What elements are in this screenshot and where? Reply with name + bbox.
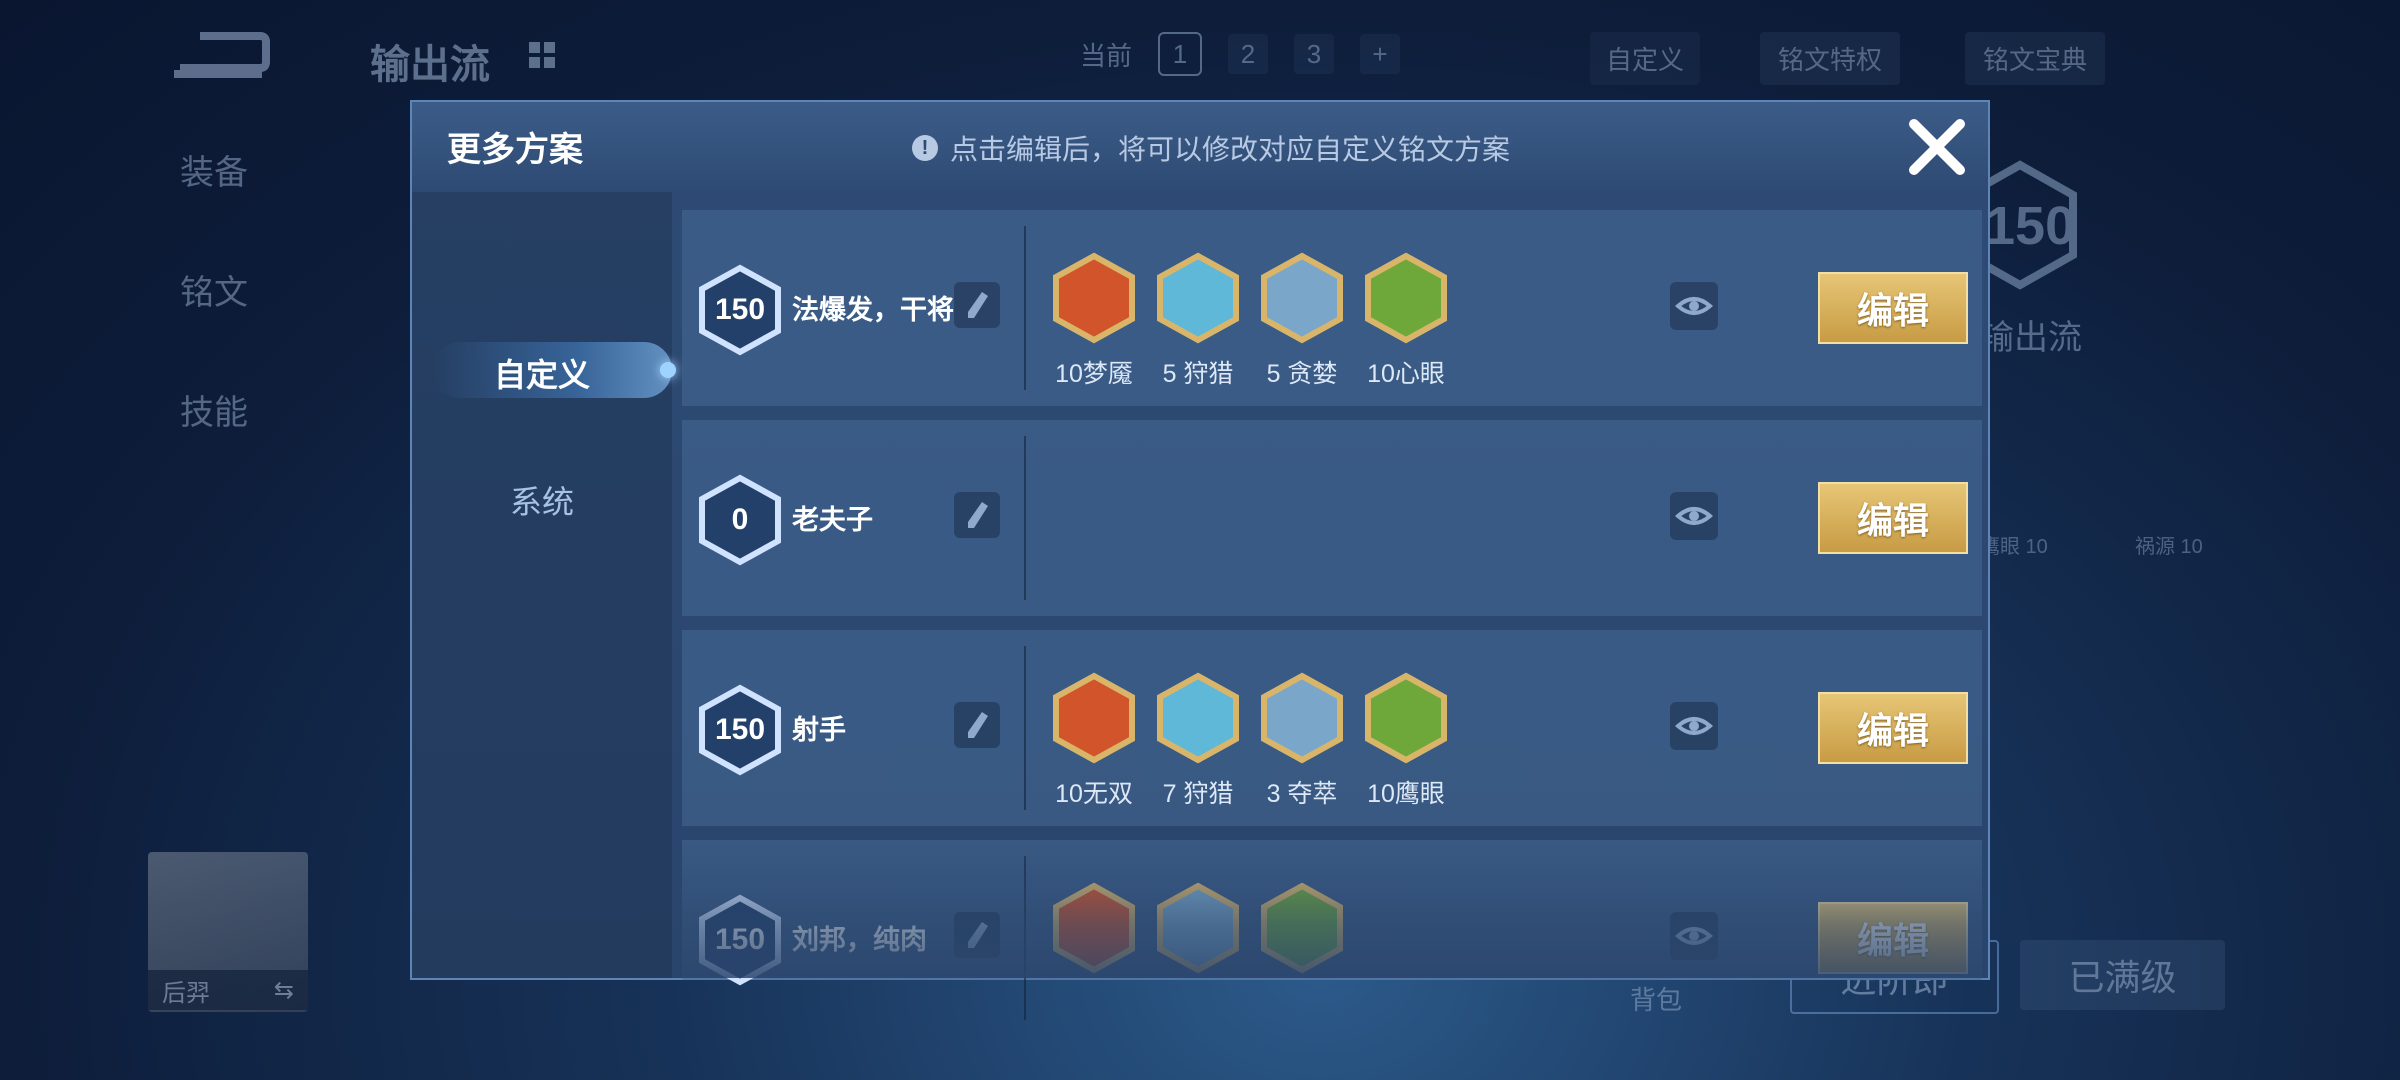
row-divider — [1024, 646, 1026, 810]
tab-custom[interactable]: 自定义 — [412, 350, 672, 396]
dialog-hint: ! 点击编辑后，将可以修改对应自定义铭文方案 — [912, 128, 1510, 168]
page-tab-1[interactable]: 1 — [1158, 32, 1203, 76]
edit-button[interactable]: 编辑 — [1818, 482, 1968, 554]
add-page-button[interactable]: + — [1360, 34, 1401, 74]
hero-name-bar[interactable]: 后羿 ⇆ — [148, 970, 308, 1010]
rune-label: 3 夺萃 — [1266, 780, 1338, 808]
bg-sub: 输出流 — [1980, 319, 2082, 357]
bg-rune-label: 祸源 10 — [2135, 536, 2203, 558]
page-tabs: 当前 1 2 3 + — [1080, 32, 1401, 76]
edit-button[interactable]: 编辑 — [1818, 272, 1968, 344]
page-tab-3[interactable]: 3 — [1294, 34, 1335, 74]
hint-text: 点击编辑后，将可以修改对应自定义铭文方案 — [950, 134, 1511, 165]
rune-icon[interactable] — [1156, 672, 1240, 764]
rune-label: 10心眼 — [1367, 360, 1445, 388]
edit-button[interactable]: 编辑 — [1818, 692, 1968, 764]
plan-row: 0 老夫子 编辑 — [682, 420, 1982, 616]
rune-icon[interactable] — [1260, 672, 1344, 764]
rune-label: 10梦魇 — [1055, 360, 1133, 388]
swap-icon[interactable]: ⇆ — [274, 976, 294, 1005]
bg-title: 输出流 — [370, 43, 490, 87]
bg-level: 150 — [1985, 196, 2076, 256]
rune-book-button[interactable]: 铭文宝典 — [1965, 32, 2106, 85]
plan-row: 150 法爆发，干将 10梦魇 5 狩猎 5 贪婪 10心眼 编辑 — [682, 210, 1982, 406]
rune-feature-button[interactable]: 铭文特权 — [1760, 32, 1901, 85]
eye-icon[interactable] — [1670, 282, 1718, 330]
grid-icon[interactable] — [525, 38, 559, 72]
exclamation-icon: ! — [912, 135, 938, 161]
eye-icon[interactable] — [1670, 702, 1718, 750]
pencil-icon[interactable] — [954, 492, 1000, 538]
rune-label: 7 狩猎 — [1162, 780, 1234, 808]
row-divider — [1024, 436, 1026, 600]
tab-system[interactable]: 系统 — [412, 477, 672, 523]
plan-name: 老夫子 — [792, 505, 873, 535]
rune-label: 10鹰眼 — [1367, 780, 1445, 808]
side-nav-skills[interactable]: 技能 — [180, 385, 248, 434]
rune-icon[interactable] — [1156, 252, 1240, 344]
side-nav-runes[interactable]: 铭文 — [180, 265, 248, 314]
plan-category-tabs: 自定义 系统 — [412, 192, 676, 978]
bag-label: 背包 — [1630, 985, 1683, 1015]
list-fade — [682, 842, 1982, 978]
rune-icon[interactable] — [1052, 672, 1136, 764]
more-plans-dialog: 更多方案 ! 点击编辑后，将可以修改对应自定义铭文方案 自定义 系统 150 法爆… — [410, 100, 1990, 1020]
rune-icon[interactable] — [1364, 672, 1448, 764]
side-nav-equipment[interactable]: 装备 — [180, 145, 248, 194]
rune-label: 5 贪婪 — [1266, 360, 1338, 388]
dialog-title: 更多方案 — [447, 131, 583, 169]
plan-row: 150 射手 10无双 7 狩猎 3 夺萃 10鹰眼 编辑 — [682, 630, 1982, 826]
page-tab-2[interactable]: 2 — [1228, 34, 1269, 74]
rune-icon[interactable] — [1052, 252, 1136, 344]
pencil-icon[interactable] — [954, 702, 1000, 748]
rune-label: 5 狩猎 — [1162, 360, 1234, 388]
current-label: 当前 — [1080, 40, 1133, 71]
bg-rune-label: 鹰眼 10 — [1980, 536, 2048, 558]
hero-name: 后羿 — [162, 979, 210, 1007]
plan-name: 射手 — [792, 715, 846, 745]
custom-button[interactable]: 自定义 — [1590, 32, 1701, 85]
plan-level: 150 — [714, 293, 766, 326]
back-icon[interactable] — [170, 28, 270, 84]
close-icon[interactable] — [1902, 112, 1972, 182]
maxed-button: 已满级 — [2020, 940, 2225, 1010]
rune-icon[interactable] — [1260, 252, 1344, 344]
rune-icon[interactable] — [1364, 252, 1448, 344]
rune-label: 10无双 — [1055, 780, 1133, 808]
row-divider — [1024, 226, 1026, 390]
plan-name: 法爆发，干将 — [792, 295, 954, 325]
eye-icon[interactable] — [1670, 492, 1718, 540]
pencil-icon[interactable] — [954, 282, 1000, 328]
plan-level: 0 — [731, 503, 749, 536]
plan-level: 150 — [714, 713, 766, 746]
